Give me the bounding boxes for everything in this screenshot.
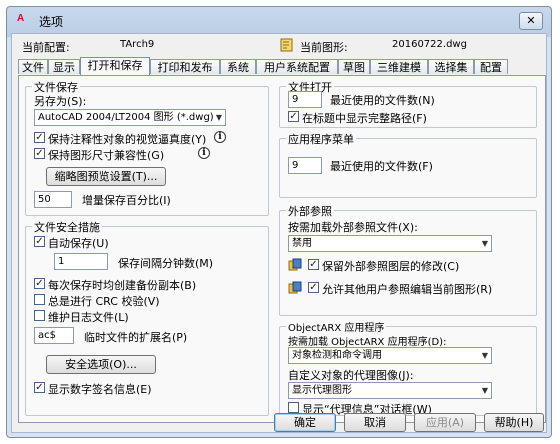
cancel-button[interactable]: 取消	[344, 413, 406, 432]
xref-edit-icon	[288, 281, 302, 294]
app-menu-recent-input[interactable]: 9	[288, 157, 322, 174]
chevron-down-icon: ▼	[481, 351, 488, 360]
recent-files-label: 最近使用的文件数(N)	[330, 94, 435, 107]
maintain-annotative-checkbox[interactable]: ✓	[34, 132, 45, 143]
tab-files[interactable]: 文件	[18, 59, 48, 74]
maintain-size-checkbox[interactable]: ✓	[34, 148, 45, 159]
info-icon[interactable]: i	[198, 147, 210, 159]
backup-copy-label: 每次保存时均创建备份副本(B)	[48, 279, 197, 292]
dialog-body: 当前配置: TArch9 当前图形: 20160722.dwg 文件 显示 打开…	[11, 33, 547, 433]
incremental-save-label: 增量保存百分比(I)	[82, 194, 171, 207]
security-options-button[interactable]: 安全选项(O)...	[46, 355, 156, 374]
tab-drafting[interactable]: 草图	[338, 59, 370, 74]
chevron-down-icon: ▼	[481, 386, 488, 395]
options-dialog: A 选项 ✕ 当前配置: TArch9 当前图形: 20160722.dwg 文…	[6, 6, 552, 438]
current-profile-label: 当前配置:	[22, 41, 70, 54]
save-as-value: AutoCAD 2004/LT2004 图形 (*.dwg)	[38, 112, 214, 123]
proxy-image-select[interactable]: 显示代理图形 ▼	[288, 382, 492, 399]
thumbnail-settings-button[interactable]: 缩略图预览设置(T)...	[46, 167, 166, 186]
tab-system[interactable]: 系统	[220, 59, 256, 74]
current-profile-value: TArch9	[120, 39, 155, 50]
arx-demand-load-value: 对象检测和命令调用	[292, 350, 382, 361]
arx-demand-load-select[interactable]: 对象检测和命令调用 ▼	[288, 347, 492, 364]
tab-3d-modeling[interactable]: 三维建模	[370, 59, 428, 74]
retain-xref-changes-checkbox[interactable]: ✓	[308, 259, 319, 270]
chevron-down-icon: ▼	[215, 113, 222, 122]
xref-demand-load-label: 按需加载外部参照文件(X):	[288, 221, 418, 234]
current-drawing-label: 当前图形:	[300, 41, 348, 54]
crc-check-label: 总是进行 CRC 校验(V)	[48, 295, 160, 308]
apply-button[interactable]: 应用(A)	[414, 413, 476, 432]
file-save-group: 文件保存 另存为(S): AutoCAD 2004/LT2004 图形 (*.d…	[25, 79, 269, 216]
arx-demand-load-label: 按需加载 ObjectARX 应用程序(D):	[288, 337, 447, 348]
ok-button[interactable]: 确定	[274, 413, 336, 432]
show-proxy-dialog-checkbox[interactable]	[288, 402, 299, 413]
retain-xref-changes-label: 保留外部参照图层的修改(C)	[322, 260, 460, 273]
temp-extension-label: 临时文件的扩展名(P)	[84, 331, 188, 344]
app-menu-group: 应用程序菜单 9 最近使用的文件数(F)	[279, 131, 537, 198]
autosave-minutes-input[interactable]: 1	[54, 253, 108, 270]
file-open-group: 文件打开 9 最近使用的文件数(N) ✓ 在标题中显示完整路径(F)	[279, 79, 537, 128]
xref-demand-load-select[interactable]: 禁用 ▼	[288, 235, 492, 252]
log-file-label: 维护日志文件(L)	[48, 311, 129, 324]
allow-xref-edit-label: 允许其他用户参照编辑当前图形(R)	[322, 283, 493, 296]
maintain-annotative-label: 保持注释性对象的视觉逼真度(Y)	[48, 133, 207, 146]
maintain-size-label: 保持图形尺寸兼容性(G)	[48, 149, 165, 162]
tab-open-and-save[interactable]: 打开和保存	[80, 57, 150, 75]
save-as-label: 另存为(S):	[34, 95, 87, 108]
close-button[interactable]: ✕	[519, 12, 543, 30]
file-safety-group: 文件安全措施 ✓ 自动保存(U) 1 保存间隔分钟数(M) ✓ 每次保存时均创建…	[25, 219, 269, 416]
tab-selection[interactable]: 选择集	[428, 59, 474, 74]
temp-extension-input[interactable]: ac$	[34, 327, 74, 344]
save-as-select[interactable]: AutoCAD 2004/LT2004 图形 (*.dwg) ▼	[34, 109, 226, 126]
app-menu-recent-label: 最近使用的文件数(F)	[330, 160, 433, 173]
drawing-file-icon	[280, 38, 293, 52]
crc-check-checkbox[interactable]	[34, 294, 45, 305]
tab-plot-and-publish[interactable]: 打印和发布	[150, 59, 220, 74]
autosave-minutes-label: 保存间隔分钟数(M)	[118, 257, 214, 270]
objectarx-title: ObjectARX 应用程序	[286, 319, 387, 334]
tab-display[interactable]: 显示	[48, 59, 80, 74]
proxy-image-label: 自定义对象的代理图像(J):	[288, 369, 414, 382]
app-menu-title: 应用程序菜单	[286, 131, 356, 147]
objectarx-group: ObjectARX 应用程序 按需加载 ObjectARX 应用程序(D): 对…	[279, 319, 537, 416]
full-path-label: 在标题中显示完整路径(F)	[302, 112, 427, 125]
title-bar: A 选项 ✕	[7, 7, 551, 33]
incremental-save-input[interactable]: 50	[34, 191, 72, 208]
digital-signature-checkbox[interactable]: ✓	[34, 382, 45, 393]
xref-layer-icon	[288, 258, 302, 271]
recent-files-input[interactable]: 9	[288, 91, 322, 108]
help-button[interactable]: 帮助(H)	[484, 413, 544, 432]
tab-user-preferences[interactable]: 用户系统配置	[256, 59, 338, 74]
digital-signature-label: 显示数字签名信息(E)	[48, 383, 152, 396]
proxy-image-value: 显示代理图形	[292, 385, 352, 396]
autocad-logo-icon: A	[17, 13, 25, 24]
autosave-checkbox[interactable]: ✓	[34, 236, 45, 247]
xref-group: 外部参照 按需加载外部参照文件(X): 禁用 ▼ ✓ 保留外部参照图层的修改(C…	[279, 203, 537, 316]
dialog-title: 选项	[39, 15, 64, 29]
open-and-save-panel: 文件保存 另存为(S): AutoCAD 2004/LT2004 图形 (*.d…	[18, 75, 546, 423]
current-drawing-value: 20160722.dwg	[392, 39, 467, 50]
autosave-label: 自动保存(U)	[48, 237, 109, 250]
xref-title: 外部参照	[286, 203, 334, 219]
backup-copy-checkbox[interactable]: ✓	[34, 278, 45, 289]
log-file-checkbox[interactable]	[34, 310, 45, 321]
chevron-down-icon: ▼	[481, 239, 488, 248]
info-icon[interactable]: i	[214, 131, 226, 143]
file-safety-title: 文件安全措施	[32, 219, 102, 235]
allow-xref-edit-checkbox[interactable]: ✓	[308, 282, 319, 293]
tab-profiles[interactable]: 配置	[474, 59, 508, 74]
full-path-checkbox[interactable]: ✓	[288, 111, 299, 122]
xref-demand-load-value: 禁用	[292, 238, 312, 249]
